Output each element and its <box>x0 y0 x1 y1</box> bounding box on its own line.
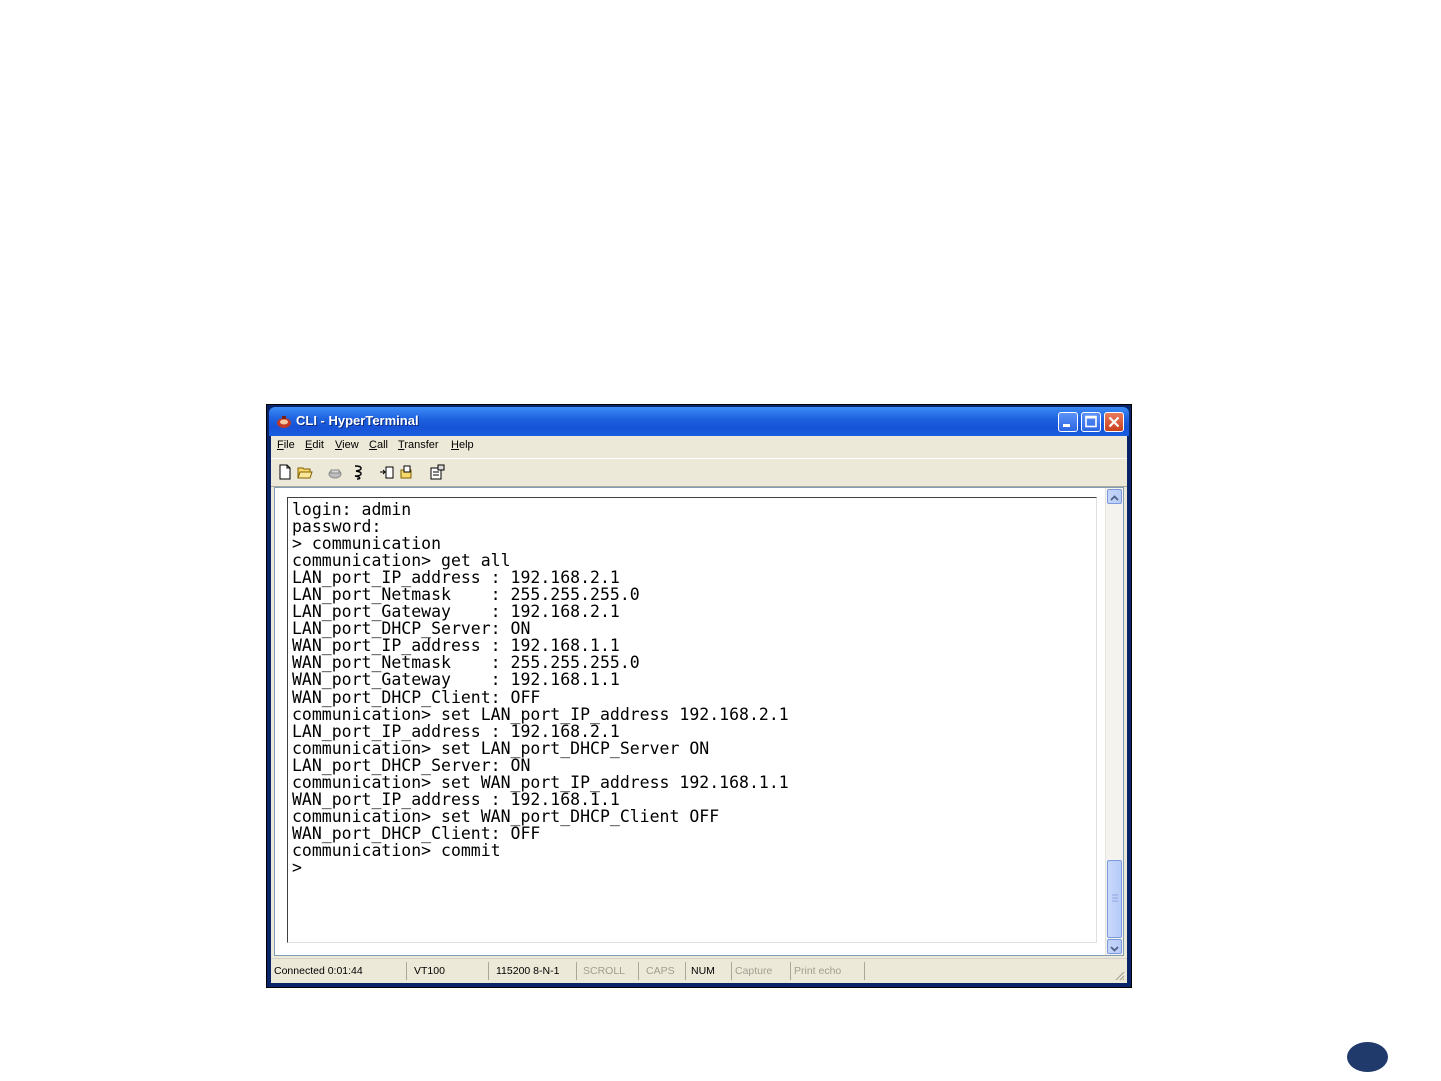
minimize-icon <box>1063 424 1070 427</box>
toolbar <box>271 458 1127 487</box>
menu-view[interactable]: View <box>335 439 359 451</box>
status-connected: Connected 0:01:44 <box>271 962 407 980</box>
terminal-screen[interactable]: login: admin password: > communication c… <box>287 497 1097 943</box>
status-capture: Capture <box>732 962 791 980</box>
maximize-button[interactable] <box>1081 412 1101 432</box>
terminal-output: login: admin password: > communication c… <box>292 501 789 876</box>
menu-file[interactable]: File <box>277 439 295 451</box>
new-document-icon[interactable] <box>277 464 293 480</box>
chevron-down-icon <box>1110 946 1119 952</box>
close-icon <box>1108 416 1120 428</box>
call-phone-icon[interactable] <box>327 464 343 480</box>
resize-grip-icon[interactable] <box>1113 969 1125 981</box>
status-emulation: VT100 <box>407 962 489 980</box>
terminal-line: > <box>292 857 302 877</box>
status-bar: Connected 0:01:44 VT100 115200 8-N-1 SCR… <box>271 958 1127 983</box>
hyperterminal-window: CLI - HyperTerminal File Edit View Call … <box>266 404 1132 988</box>
hyperterminal-app-icon[interactable] <box>276 415 292 429</box>
window-client-area: File Edit View Call Transfer Help login:… <box>271 436 1127 983</box>
vertical-scrollbar[interactable] <box>1105 488 1123 955</box>
maximize-icon <box>1085 415 1097 428</box>
open-folder-icon[interactable] <box>297 464 313 480</box>
status-caps: CAPS <box>639 962 686 980</box>
window-title: CLI - HyperTerminal <box>296 413 419 428</box>
minimize-button[interactable] <box>1058 412 1078 432</box>
close-button[interactable] <box>1104 412 1124 432</box>
scroll-down-button[interactable] <box>1107 939 1122 954</box>
status-scroll: SCROLL <box>577 962 639 980</box>
scroll-up-button[interactable] <box>1107 489 1122 504</box>
menu-call[interactable]: Call <box>369 439 388 451</box>
properties-icon[interactable] <box>429 464 445 480</box>
terminal-line: communication> commit <box>292 840 501 860</box>
scrollbar-thumb[interactable] <box>1107 860 1122 938</box>
send-file-icon[interactable] <box>379 464 395 480</box>
menu-bar: File Edit View Call Transfer Help <box>271 436 1127 458</box>
disconnect-icon[interactable] <box>351 464 367 480</box>
status-num: NUM <box>686 962 732 980</box>
menu-help[interactable]: Help <box>451 439 474 451</box>
receive-file-icon[interactable] <box>399 464 415 480</box>
title-bar[interactable]: CLI - HyperTerminal <box>269 407 1129 436</box>
grip-icon <box>1112 894 1118 902</box>
status-print-echo: Print echo <box>791 962 865 980</box>
status-port-settings: 115200 8-N-1 <box>489 962 577 980</box>
terminal-area[interactable]: login: admin password: > communication c… <box>274 487 1124 956</box>
chevron-up-icon <box>1110 495 1119 501</box>
menu-transfer[interactable]: Transfer <box>398 439 439 451</box>
menu-edit[interactable]: Edit <box>305 439 324 451</box>
page-number-badge <box>1347 1042 1388 1072</box>
